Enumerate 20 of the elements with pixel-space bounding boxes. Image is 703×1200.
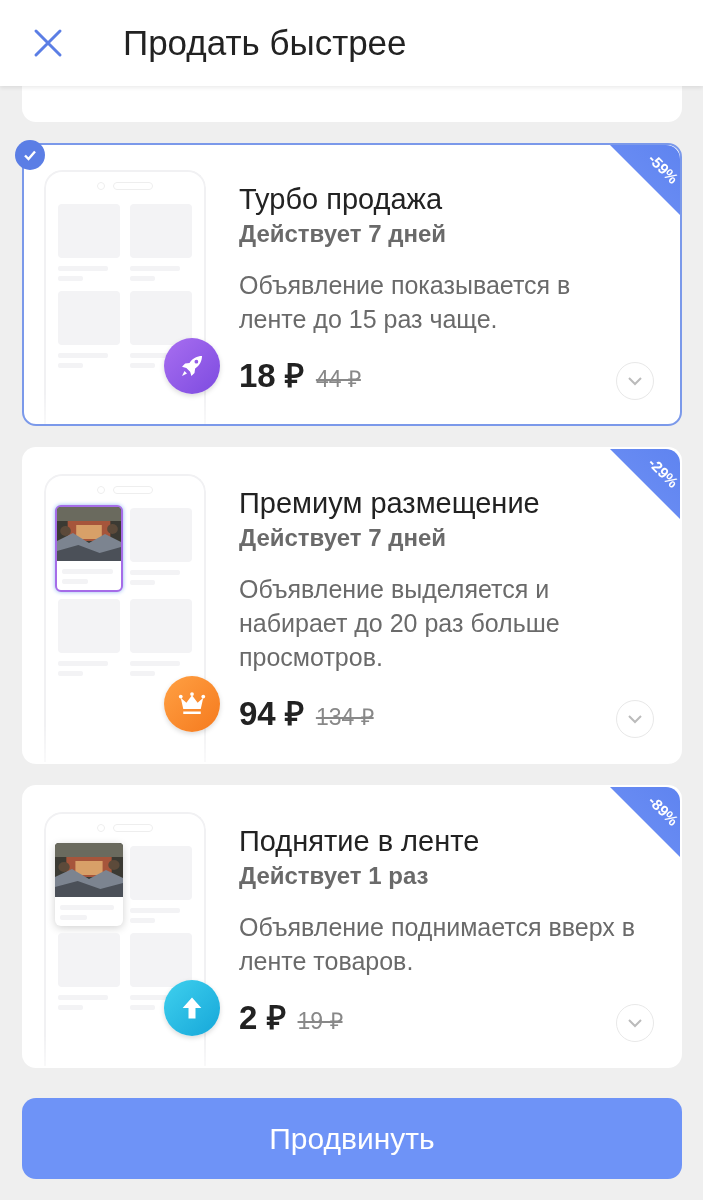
price: 94 ₽ xyxy=(239,694,304,734)
option-description: Объявление поднимается вверх в ленте товаров. xyxy=(239,912,637,977)
option-title: Поднятие в ленте xyxy=(239,824,481,859)
option-description: Объявление показывается в ленте до 15 раз чаще. xyxy=(239,270,572,335)
option-title: Турбо продажа xyxy=(239,182,444,217)
option-duration: Действует 7 дней xyxy=(239,220,448,248)
price: 18 ₽ xyxy=(239,356,304,396)
old-price: 19 ₽ xyxy=(297,1007,343,1036)
option-duration: Действует 1 раз xyxy=(239,862,430,890)
screen-title: Продать быстрее xyxy=(123,23,407,63)
old-price: 44 ₽ xyxy=(315,365,361,394)
price: 2 ₽ xyxy=(239,998,286,1038)
old-price: 134 ₽ xyxy=(315,703,374,732)
option-duration: Действует 7 дней xyxy=(239,524,448,552)
close-icon[interactable] xyxy=(33,28,63,58)
expand-chevron-icon[interactable] xyxy=(616,700,654,738)
option-title: Премиум размещение xyxy=(239,486,541,521)
expand-chevron-icon[interactable] xyxy=(616,362,654,400)
expand-chevron-icon[interactable] xyxy=(616,1004,654,1042)
option-description: Объявление выделяется и набирает до 20 раз больше просмотров. xyxy=(239,574,561,673)
